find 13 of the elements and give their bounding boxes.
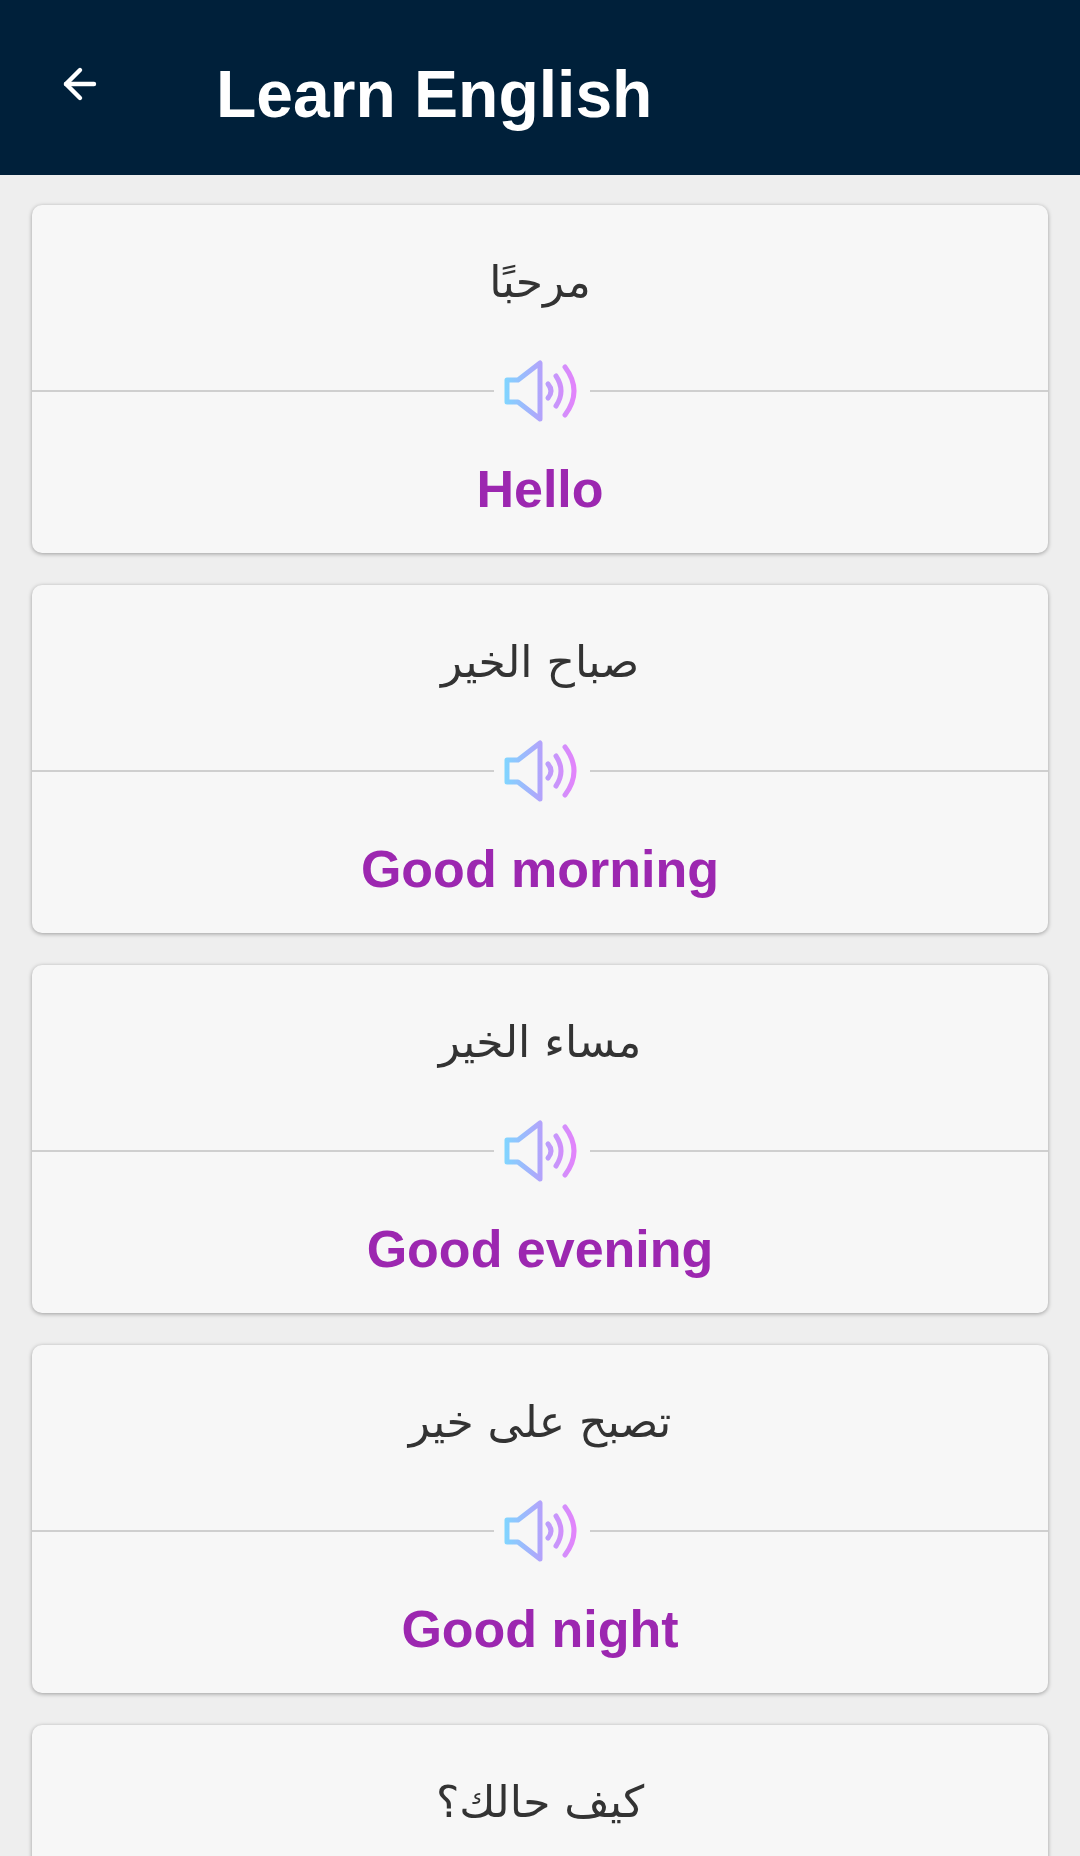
speaker-icon[interactable]: [504, 1500, 580, 1562]
english-translation: Good morning: [360, 838, 720, 900]
english-translation: Good night: [401, 1598, 679, 1660]
arabic-phrase: مرحبًا: [489, 254, 591, 309]
english-translation: Good evening: [366, 1218, 714, 1280]
speaker-icon[interactable]: [504, 360, 580, 422]
speaker-icon[interactable]: [504, 1120, 580, 1182]
arabic-phrase: صباح الخير: [441, 634, 639, 689]
arabic-phrase: كيف حالك؟: [435, 1774, 645, 1829]
speaker-icon[interactable]: [504, 740, 580, 802]
english-translation: Hello: [476, 458, 604, 520]
arabic-phrase: تصبح على خير: [408, 1394, 672, 1449]
arabic-phrase: مساء الخير: [438, 1014, 642, 1069]
